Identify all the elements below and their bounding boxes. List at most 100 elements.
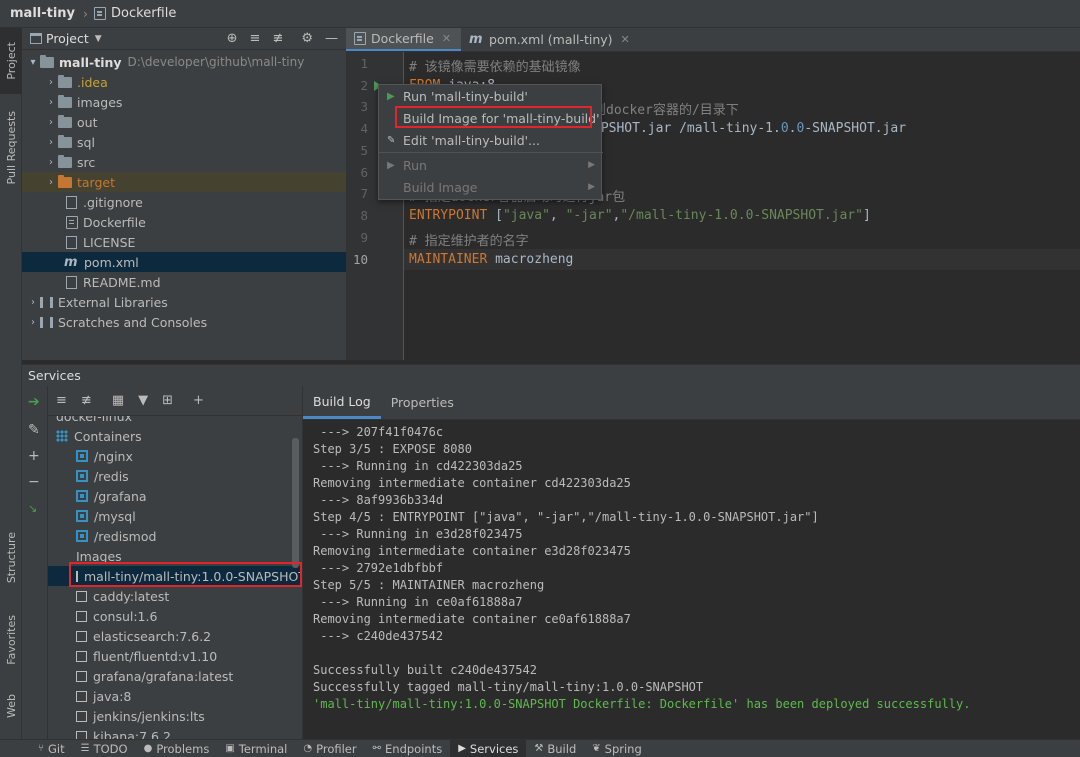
- tree-item-idea[interactable]: › .idea: [22, 72, 346, 92]
- tree-item-docker-linux[interactable]: docker-linux: [48, 416, 302, 426]
- add-service-icon[interactable]: +: [193, 393, 204, 408]
- tool-window-endpoints[interactable]: ⚯ Endpoints: [365, 740, 451, 757]
- expand-all-icon[interactable]: ≡: [250, 31, 261, 46]
- tree-item-label: images: [77, 94, 123, 110]
- tree-item-label: External Libraries: [58, 294, 168, 310]
- tab-properties[interactable]: Properties: [381, 386, 464, 419]
- tool-window-build[interactable]: ⚒ Build: [526, 740, 584, 757]
- close-icon[interactable]: ✕: [442, 32, 451, 45]
- tree-item-container[interactable]: /redis: [48, 466, 302, 486]
- tree-item-gitignore[interactable]: .gitignore: [22, 192, 346, 212]
- tree-item-pom[interactable]: m pom.xml: [22, 252, 346, 272]
- remove-icon[interactable]: −: [28, 474, 40, 490]
- tool-window-profiler[interactable]: ◔ Profiler: [295, 740, 364, 757]
- tree-item-image[interactable]: consul:1.6: [48, 606, 302, 626]
- menu-item-build-image-submenu[interactable]: Build Image ▶: [379, 176, 603, 198]
- services-tree-scrollbar[interactable]: [292, 438, 299, 568]
- play-icon: ▶: [387, 159, 395, 171]
- build-log-output[interactable]: ---> 207f41f0476c Step 3/5 : EXPOSE 8080…: [302, 420, 1080, 739]
- connect-icon[interactable]: ↘: [28, 502, 37, 515]
- line-number: 10: [352, 252, 368, 267]
- collapse-all-icon[interactable]: ≢: [81, 393, 92, 408]
- locate-icon[interactable]: ⊕: [227, 31, 238, 46]
- tree-item-src[interactable]: › src: [22, 152, 346, 172]
- tree-item-image[interactable]: elasticsearch:7.6.2: [48, 626, 302, 646]
- breadcrumb-project[interactable]: mall-tiny: [10, 6, 75, 21]
- edit-icon[interactable]: ✎: [28, 422, 40, 438]
- services-tool-strip: ➔ ✎ + − ↘: [22, 386, 48, 739]
- chevron-right-icon[interactable]: ›: [44, 157, 58, 168]
- close-icon[interactable]: ✕: [621, 33, 630, 46]
- menu-item-run[interactable]: ▶ Run 'mall-tiny-build': [379, 85, 603, 107]
- add-icon[interactable]: +: [28, 448, 40, 464]
- tree-item-label: /grafana: [94, 488, 147, 504]
- tree-item-readme[interactable]: README.md: [22, 272, 346, 292]
- chevron-right-icon[interactable]: ›: [44, 117, 58, 128]
- tree-item-container[interactable]: /redismod: [48, 526, 302, 546]
- tree-item-image[interactable]: grafana/grafana:latest: [48, 666, 302, 686]
- code-text: APSHOT.jar /mall-tiny-1.: [593, 121, 781, 136]
- chevron-right-icon[interactable]: ›: [44, 97, 58, 108]
- tool-window-todo[interactable]: ☰ TODO: [73, 740, 136, 757]
- filter-icon[interactable]: ▼: [138, 393, 148, 408]
- tab-pom[interactable]: m pom.xml (mall-tiny) ✕: [461, 28, 640, 51]
- chevron-right-icon[interactable]: ›: [44, 177, 58, 188]
- tool-tab-web[interactable]: Web: [0, 684, 22, 728]
- tree-item-image[interactable]: fluent/fluentd:v1.10: [48, 646, 302, 666]
- tree-item-image[interactable]: kibana:7.6.2: [48, 726, 302, 739]
- tool-tab-pull-requests[interactable]: Pull Requests: [0, 102, 22, 194]
- minimize-icon[interactable]: —: [325, 31, 338, 46]
- menu-item-edit[interactable]: ✎ Edit 'mall-tiny-build'...: [379, 129, 603, 151]
- tree-item-label: mall-tiny: [59, 54, 122, 70]
- tree-item-root[interactable]: ▾ mall-tiny D:\developer\github\mall-tin…: [22, 52, 346, 72]
- tree-item-sql[interactable]: › sql: [22, 132, 346, 152]
- tree-item-image[interactable]: jenkins/jenkins:lts: [48, 706, 302, 726]
- tree-item-scratches[interactable]: › Scratches and Consoles: [22, 312, 346, 332]
- line-number: 3: [360, 99, 368, 114]
- group-icon[interactable]: ▦: [112, 393, 124, 408]
- tree-item-external-libraries[interactable]: › External Libraries: [22, 292, 346, 312]
- deploy-icon[interactable]: ➔: [28, 394, 40, 410]
- chevron-right-icon[interactable]: ›: [26, 317, 40, 328]
- menu-item-run-submenu[interactable]: ▶ Run ▶: [379, 154, 603, 176]
- tree-item-containers[interactable]: Containers: [48, 426, 302, 446]
- profiler-icon: ◔: [303, 743, 313, 754]
- tree-item-container[interactable]: /nginx: [48, 446, 302, 466]
- tool-window-problems[interactable]: ● Problems: [136, 740, 218, 757]
- chevron-down-icon[interactable]: ▼: [95, 34, 102, 44]
- collapse-all-icon[interactable]: ≢: [272, 31, 283, 46]
- expand-all-icon[interactable]: ≡: [56, 393, 67, 408]
- project-panel-title[interactable]: Project: [46, 31, 89, 46]
- tool-tab-favorites[interactable]: Favorites: [0, 608, 22, 672]
- tree-item-label: /nginx: [94, 448, 133, 464]
- tree-item-image[interactable]: caddy:latest: [48, 586, 302, 606]
- tree-item-container[interactable]: /grafana: [48, 486, 302, 506]
- tool-window-terminal[interactable]: ▣ Terminal: [217, 740, 295, 757]
- chevron-right-icon[interactable]: ›: [26, 297, 40, 308]
- chevron-right-icon[interactable]: ›: [44, 137, 58, 148]
- tab-label: Dockerfile: [371, 31, 434, 46]
- tool-tab-structure[interactable]: Structure: [0, 524, 22, 592]
- tab-dockerfile[interactable]: Dockerfile ✕: [346, 28, 462, 51]
- tree-item-out[interactable]: › out: [22, 112, 346, 132]
- tree-item-target[interactable]: › target: [22, 172, 346, 192]
- chevron-down-icon[interactable]: ▾: [26, 57, 40, 68]
- tree-item-images[interactable]: › images: [22, 92, 346, 112]
- tool-window-git[interactable]: ⑂ Git: [30, 740, 73, 757]
- tab-build-log[interactable]: Build Log: [303, 386, 381, 419]
- chevron-right-icon[interactable]: ›: [44, 77, 58, 88]
- line-number: 5: [360, 143, 368, 158]
- tool-tab-project[interactable]: Project: [0, 28, 22, 94]
- gear-icon[interactable]: ⚙: [301, 31, 313, 46]
- tool-window-spring[interactable]: ❦ Spring: [584, 740, 650, 757]
- tree-item-dockerfile[interactable]: Dockerfile: [22, 212, 346, 232]
- layout-icon[interactable]: ⊞: [162, 393, 173, 408]
- container-icon: [76, 470, 88, 482]
- tree-item-license[interactable]: LICENSE: [22, 232, 346, 252]
- tree-item-container[interactable]: /mysql: [48, 506, 302, 526]
- tree-item-label: fluent/fluentd:v1.10: [93, 648, 218, 664]
- tool-window-services[interactable]: ▶ Services: [450, 739, 527, 757]
- breadcrumb-file[interactable]: Dockerfile: [111, 6, 176, 21]
- folder-icon: [58, 174, 72, 188]
- tree-item-image[interactable]: java:8: [48, 686, 302, 706]
